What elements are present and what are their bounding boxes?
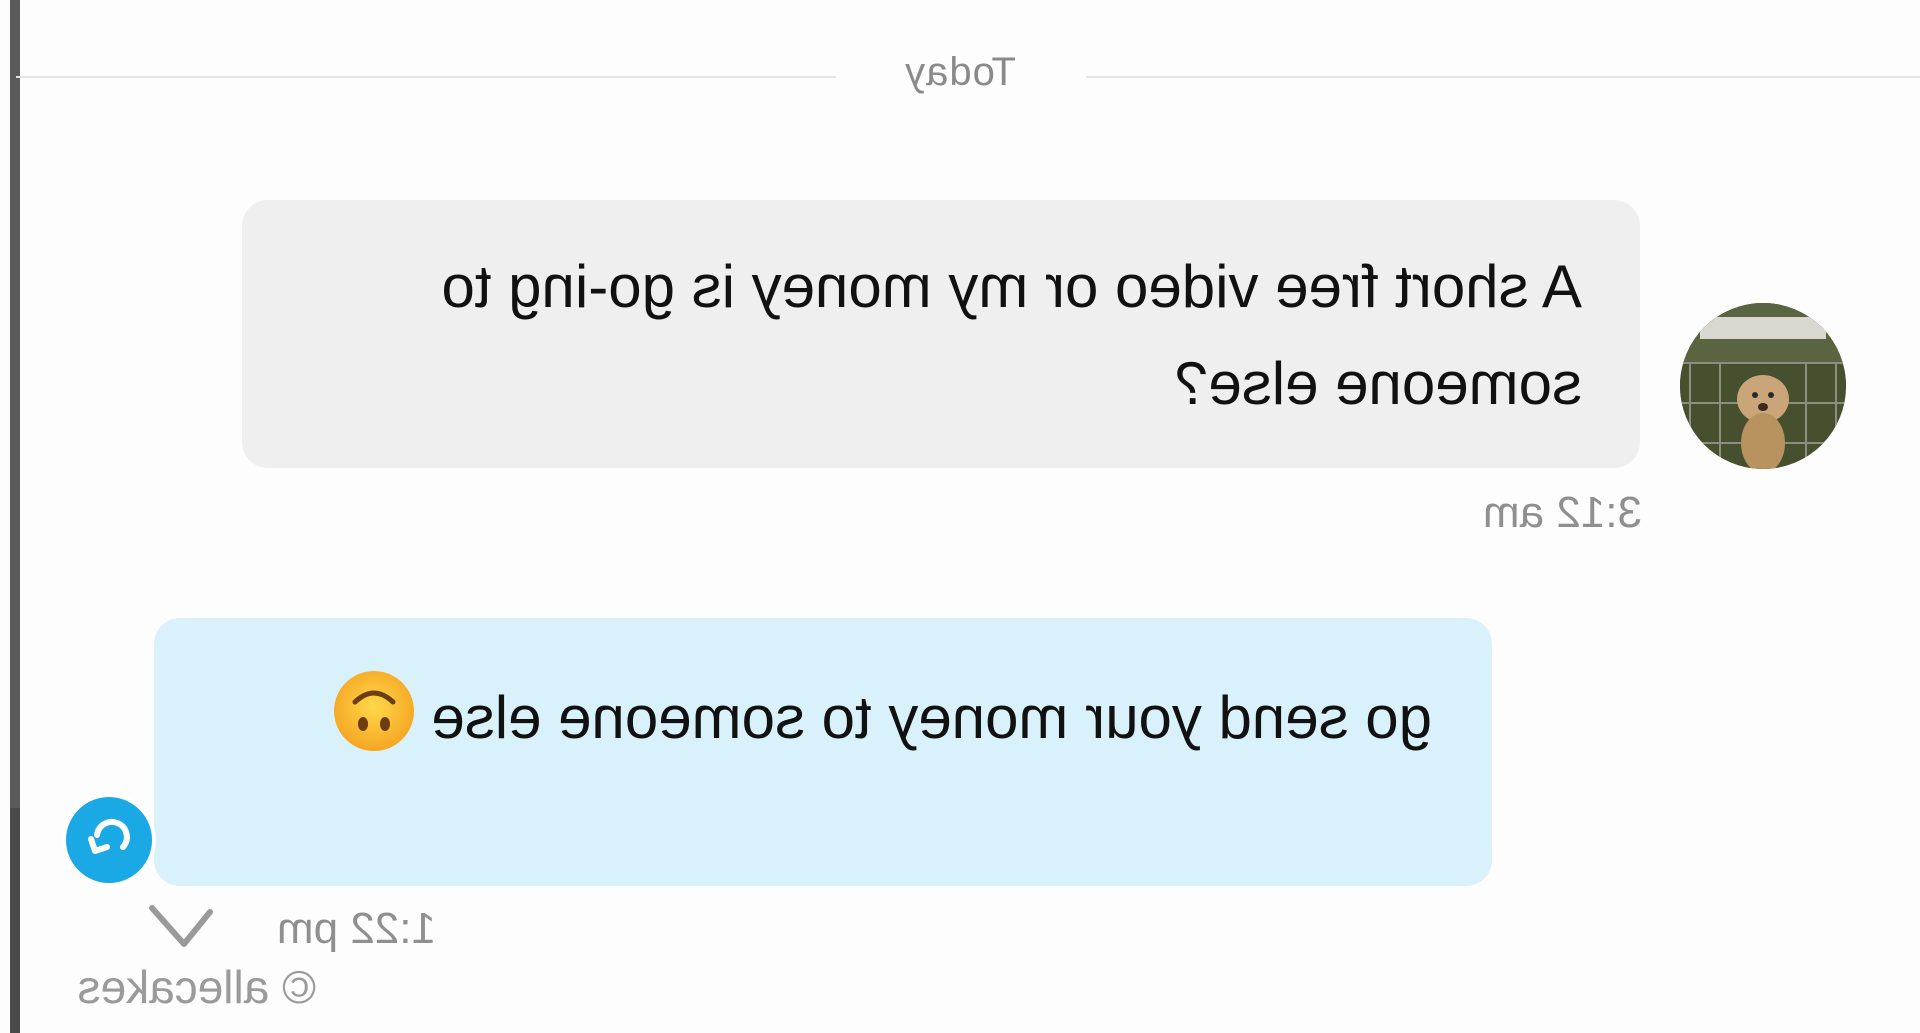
date-divider-line-right: [16, 76, 836, 78]
incoming-message-text: A short free video or my money is go-ing…: [441, 253, 1582, 417]
forward-arrow-icon: [88, 818, 130, 854]
upside-down-face-icon: [331, 668, 417, 754]
forward-button[interactable]: [62, 793, 156, 887]
avatar[interactable]: [1680, 303, 1846, 469]
mirrored-chat-view: Today A short free video or my money is …: [0, 0, 1920, 1033]
incoming-message-time: 3:12 am: [1483, 488, 1642, 537]
date-divider-line-left: [1086, 76, 1920, 78]
outgoing-message-bubble[interactable]: go send your money to someone else: [154, 618, 1492, 886]
date-divider: Today: [904, 50, 1016, 94]
outgoing-message-text: go send your money to someone else: [431, 684, 1432, 751]
outgoing-message-time: 1:22 pm: [277, 904, 436, 953]
incoming-message-bubble[interactable]: A short free video or my money is go-ing…: [242, 200, 1640, 468]
check-icon: [148, 904, 214, 954]
dog-photo-avatar-icon: [1680, 303, 1846, 469]
watermark: © allecakes: [77, 961, 316, 1013]
chat-screenshot: Today A short free video or my money is …: [0, 0, 1920, 1033]
